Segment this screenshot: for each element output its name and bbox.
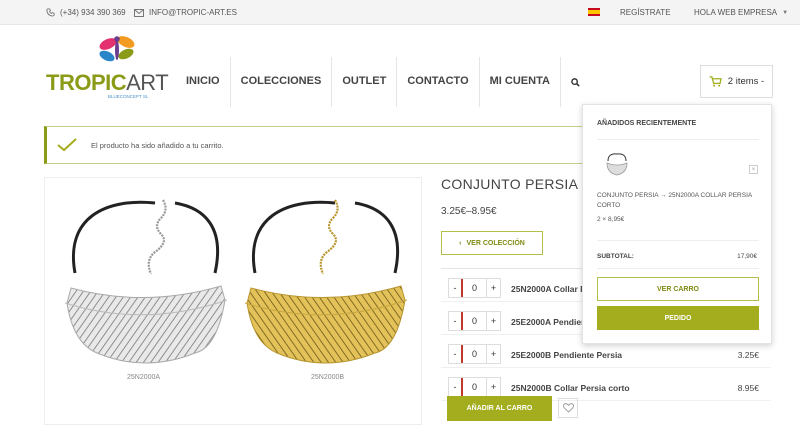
search-button[interactable] [561,57,591,107]
add-to-cart-button[interactable]: AÑADIR AL CARRO [447,396,552,421]
image-caption-a: 25N2000A [127,374,161,381]
email-address: INFO@TROPIC-ART.ES [149,8,237,17]
increment-button[interactable]: + [486,312,500,330]
logo-tropic: TROPIC [46,70,127,95]
increment-button[interactable]: + [486,345,500,363]
nav-inicio[interactable]: INICIO [176,57,231,107]
quantity-input[interactable]: 0 [463,345,486,363]
phone-contact[interactable]: (+34) 934 390 369 [46,8,126,17]
decrement-button[interactable]: - [449,378,463,396]
view-collection-button[interactable]: ‹ VER COLECCIÓN [441,231,543,255]
notice-text: El producto ha sido añadido a tu carrito… [91,140,224,150]
decrement-button[interactable]: - [449,345,463,363]
cart-button[interactable]: 2 items - [700,65,773,98]
phone-number: (+34) 934 390 369 [60,8,126,17]
variant-price: 3.25€ [737,350,759,360]
account-label: HOLA WEB EMPRESA [694,8,778,17]
register-label: REGÍSTRATE [620,8,671,17]
subtotal-value: 17,90€ [737,253,757,260]
variant-name: 25E2000B Pendiente Persia [511,350,623,360]
decrement-button[interactable]: - [449,279,463,297]
mini-cart-title: AÑADIDOS RECIENTEMENTE [597,120,697,127]
checkmark-icon [57,138,77,152]
logo-wordmark: TROPICART [46,70,169,96]
logo-subtitle: BLUECONCEPT SL [108,94,149,99]
cart-count: 2 items - [727,76,765,87]
shopping-cart-icon [709,76,722,87]
top-bar: (+34) 934 390 369 INFO@TROPIC-ART.ES REG… [0,0,800,25]
logo-art: ART [126,70,169,95]
spain-flag-icon [588,8,600,16]
heart-icon [562,403,574,413]
increment-button[interactable]: + [486,378,500,396]
site-logo[interactable]: TROPICART BLUECONCEPT SL [46,32,169,102]
account-menu[interactable]: HOLA WEB EMPRESA ▼ [694,8,788,17]
chevron-left-icon: ‹ [459,239,462,247]
increment-button[interactable]: + [486,279,500,297]
register-link[interactable]: REGÍSTRATE [620,8,671,17]
view-cart-button[interactable]: VER CARRO [597,277,759,301]
nav-mi-cuenta[interactable]: MI CUENTA [480,57,561,107]
email-contact[interactable]: INFO@TROPIC-ART.ES [134,8,237,17]
silver-necklace-image [64,199,408,364]
remove-item-button[interactable]: × [749,165,758,174]
language-flag-es[interactable] [588,8,600,16]
chevron-down-icon: ▼ [782,9,789,16]
checkout-button[interactable]: PEDIDO [597,306,759,330]
dragonfly-logo-icon [99,36,135,62]
nav-colecciones[interactable]: COLECCIONES [231,57,333,107]
cart-item-name[interactable]: CONJUNTO PERSIA → 25N2000A COLLAR PERSIA… [597,191,762,211]
search-icon [571,77,581,87]
quantity-input[interactable]: 0 [463,378,486,396]
variant-price: 8.95€ [737,383,759,393]
mini-cart-dropdown: AÑADIDOS RECIENTEMENTE × CONJUNTO PERSIA… [582,104,772,344]
nav-outlet[interactable]: OUTLET [332,57,398,107]
quantity-input[interactable]: 0 [463,279,486,297]
mail-icon [134,8,144,17]
view-collection-label: VER COLECCIÓN [466,239,525,247]
product-image[interactable]: 25N2000A 25N2000B [44,177,422,425]
nav-contacto[interactable]: CONTACTO [397,57,480,107]
variant-name: 25N2000B Collar Persia corto [511,383,630,393]
image-caption-b: 25N2000B [311,374,345,381]
subtotal-label: SUBTOTAL: [597,253,634,260]
decrement-button[interactable]: - [449,312,463,330]
quantity-stepper[interactable]: - 0 + [448,377,501,397]
main-nav: INICIO COLECCIONES OUTLET CONTACTO MI CU… [176,57,591,107]
phone-icon [46,8,55,17]
divider [597,268,759,269]
quantity-input[interactable]: 0 [463,312,486,330]
wishlist-button[interactable] [558,398,578,418]
quantity-stepper[interactable]: - 0 + [448,311,501,331]
cart-item-quantity: 2 × 8,95€ [597,216,625,223]
divider [597,240,759,241]
divider [597,139,759,140]
cart-item-thumbnail[interactable] [603,151,631,179]
quantity-stepper[interactable]: - 0 + [448,278,501,298]
quantity-stepper[interactable]: - 0 + [448,344,501,364]
